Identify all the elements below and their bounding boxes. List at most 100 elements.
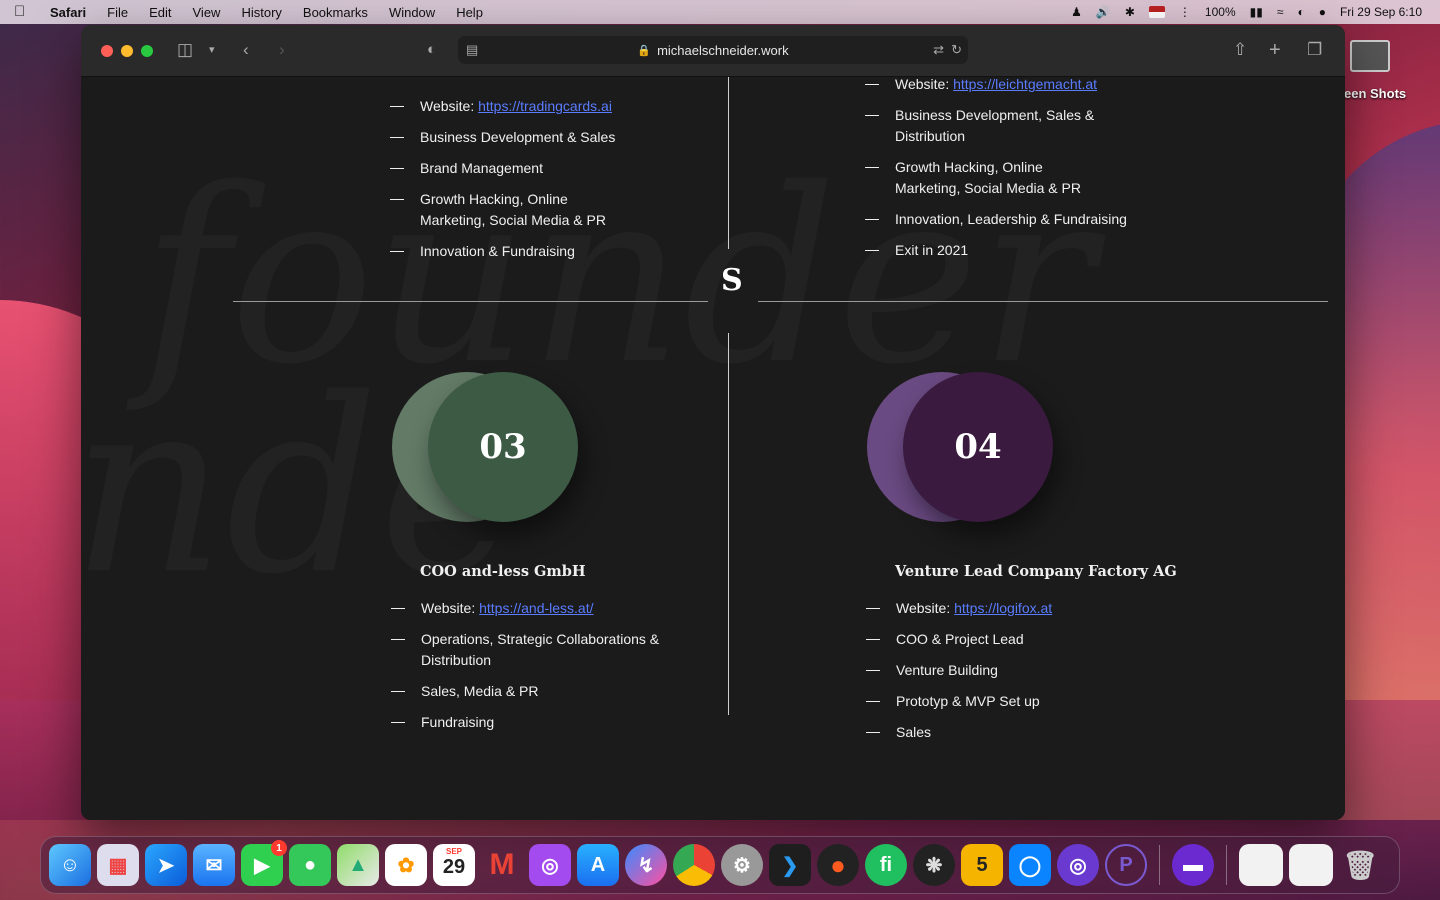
calendar-day: 29 [442,856,466,878]
divider-vertical [728,77,729,249]
minimize-button[interactable] [121,45,133,57]
gmail-icon[interactable]: M [481,844,523,886]
photos-icon[interactable]: ✿ [385,844,427,886]
recent-window-thumbnail[interactable] [1239,844,1283,886]
bluetooth-icon[interactable]: ✱ [1125,5,1135,19]
url-text: michaelschneider.work [657,42,789,58]
website-link[interactable]: https://logifox.at [954,600,1052,616]
safari-window: ◫ ▾ ‹ › ◐ ▤ 🔒 michaelschneider.work ⇄ ↻ … [81,25,1345,820]
menu-view[interactable]: View [193,5,221,20]
flag-input-icon[interactable] [1148,6,1165,18]
badge-front-circle: 03 [428,372,578,522]
maps-icon[interactable]: ▲ [337,844,379,886]
fullscreen-button[interactable] [141,45,153,57]
menu-history[interactable]: History [241,5,281,20]
wifi-icon[interactable]: ≈ [1277,5,1284,19]
card-04-content: Venture Lead Company Factory AG Website:… [866,563,1177,753]
menu-help[interactable]: Help [456,5,483,20]
recent-window-thumbnail[interactable] [1289,844,1333,886]
list-item: Sales [866,722,1156,743]
share-icon[interactable]: ⇧ [1233,39,1247,61]
privacy-shield-icon[interactable]: ◐ [427,39,436,61]
notification-badge: 1 [271,840,287,856]
dots-icon[interactable]: ⋮ [1179,5,1191,19]
launchpad-icon[interactable]: ▦ [97,844,139,886]
number-badge-03: 03 [392,372,582,522]
safari-icon[interactable]: ➤ [145,844,187,886]
disk-utility-icon[interactable]: ▬ [1172,844,1214,886]
divider-horizontal [758,301,1328,302]
app-store-icon[interactable]: A [577,844,619,886]
sonos-icon[interactable]: ◯ [1009,844,1051,886]
calendar-month: SEP [445,847,462,856]
menu-bookmarks[interactable]: Bookmarks [303,5,368,20]
podcasts-icon[interactable]: ◎ [529,844,571,886]
control-center-icon[interactable]: ◐ [1297,5,1304,19]
list-item: Operations, Strategic Collaborations & D… [391,629,681,671]
messages-icon[interactable]: ● [289,844,331,886]
website-link[interactable]: https://and-less.at/ [479,600,593,616]
list-item: Innovation & Fundraising [390,241,680,262]
siri-icon[interactable]: ● [1319,5,1326,19]
list-item: Growth Hacking, Online Marketing, Social… [865,157,1095,199]
item-prefix: Website: [895,77,954,92]
chevron-down-icon[interactable]: ▾ [209,39,215,61]
volume-icon[interactable]: 🔊 [1096,5,1111,19]
item-prefix: Website: [421,600,480,616]
podcast-app-icon[interactable]: ◎ [1057,844,1099,886]
list-item: Business Development & Sales [390,127,680,148]
desktop-folder-label: een Shots [1344,86,1407,101]
clock[interactable]: Fri 29 Sep 6:10 [1340,5,1422,19]
menu-app-safari[interactable]: Safari [50,5,86,20]
menu-edit[interactable]: Edit [149,5,171,20]
app-5-icon[interactable]: 5 [961,844,1003,886]
apple-menu-icon[interactable]:  [14,4,28,20]
menu-window[interactable]: Window [389,5,435,20]
reader-icon[interactable]: ▤ [466,39,478,61]
fiverr-icon[interactable]: fi [865,844,907,886]
top-left-list: Website: https://tradingcards.ai Busines… [390,96,680,272]
dock-separator [1159,845,1160,885]
list-item: COO & Project Lead [866,629,1156,650]
web-page: founder nde S Website: https://tradingca… [81,77,1345,820]
record-icon[interactable]: ● [817,844,859,886]
status-area: ♟ 🔊 ✱ ⋮ 100% ▮▮ ≈ ◐ ● Fri 29 Sep 6:10 [1071,0,1422,24]
tab-overview-icon[interactable]: ❐ [1307,39,1322,61]
website-link[interactable]: https://leichtgemacht.at [953,77,1097,92]
dock: ☺ ▦ ➤ ✉ ▶ 1 ● ▲ ✿ SEP 29 M ◎ A ↯ ⚙ ❯ ● fi… [40,836,1400,894]
reload-icon[interactable]: ↻ [951,39,962,61]
divider-horizontal [233,301,708,302]
forward-icon[interactable]: › [279,39,285,61]
p-app-icon[interactable]: P [1105,844,1147,886]
system-settings-icon[interactable]: ⚙ [721,844,763,886]
battery-percent: 100% [1204,5,1236,19]
back-icon[interactable]: ‹ [243,39,249,61]
list-item: Sales, Media & PR [391,681,681,702]
desktop-screenshot-folder-icon[interactable] [1350,40,1390,72]
address-bar[interactable]: ▤ 🔒 michaelschneider.work ⇄ ↻ [458,36,968,64]
chrome-icon[interactable] [673,844,715,886]
list-item: Brand Management [390,158,680,179]
close-button[interactable] [101,45,113,57]
messenger-icon[interactable]: ↯ [625,844,667,886]
chatgpt-icon[interactable]: ❋ [913,844,955,886]
battery-icon[interactable]: ▮▮ [1250,5,1263,19]
website-link[interactable]: https://tradingcards.ai [478,98,612,114]
calendar-icon[interactable]: SEP 29 [433,844,475,886]
list-item: Prototyp & MVP Set up [866,691,1156,712]
accessibility-icon[interactable]: ♟ [1071,5,1082,19]
divider-vertical [728,333,729,715]
translate-icon[interactable]: ⇄ [933,39,944,61]
trash-icon[interactable]: 🗑 [1339,844,1381,886]
finder-icon[interactable]: ☺ [49,844,91,886]
sidebar-toggle-icon[interactable]: ◫ [177,39,193,61]
list-item: Exit in 2021 [865,240,1155,261]
new-tab-icon[interactable]: + [1269,39,1281,61]
menu-file[interactable]: File [107,5,128,20]
vscode-icon[interactable]: ❯ [769,844,811,886]
mail-icon[interactable]: ✉ [193,844,235,886]
menu-bar:  Safari File Edit View History Bookmark… [0,0,1440,24]
facetime-icon[interactable]: ▶ 1 [241,840,287,886]
list-item: Innovation, Leadership & Fundraising [865,209,1155,230]
number-badge-04: 04 [867,372,1057,522]
